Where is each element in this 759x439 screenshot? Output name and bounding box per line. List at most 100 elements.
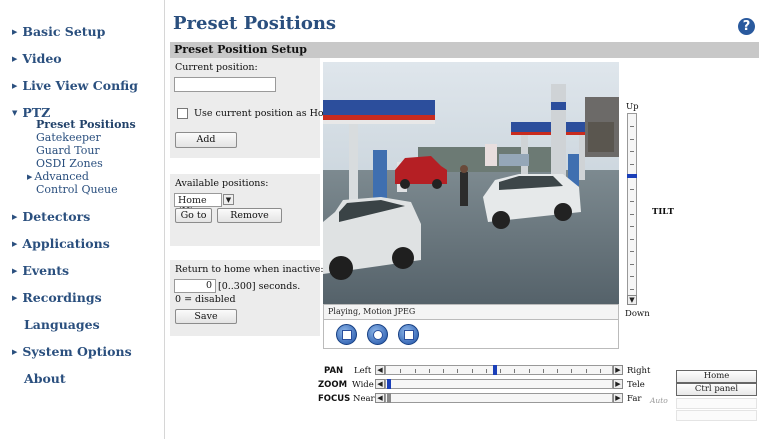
tilt-tick — [630, 201, 634, 202]
zoom-in-icon[interactable]: ▶ — [613, 379, 623, 389]
tilt-tick — [630, 288, 634, 290]
nav-applications[interactable]: ▶ Applications — [12, 236, 110, 251]
tilt-label: TILT — [652, 207, 674, 217]
live-video-feed[interactable] — [323, 62, 619, 304]
save-button[interactable]: Save — [175, 309, 237, 324]
nav-recordings[interactable]: ▶ Recordings — [12, 290, 102, 305]
nav-basic-setup[interactable]: ▶ Basic Setup — [12, 24, 105, 39]
tilt-tick — [630, 251, 634, 252]
focus-auto-label[interactable]: Auto — [650, 396, 668, 405]
zoom-label: ZOOM — [318, 380, 348, 390]
empty-button-slot — [676, 410, 757, 421]
pan-tick — [528, 369, 530, 373]
available-positions-label: Available positions: — [175, 178, 269, 189]
chevron-right-icon: ▶ — [12, 293, 18, 302]
pan-thumb[interactable] — [492, 365, 497, 375]
tilt-down-label: Down — [625, 309, 650, 319]
page-title: Preset Positions — [173, 13, 337, 34]
pan-tick — [443, 369, 444, 373]
return-home-range: [0..300] seconds. — [218, 281, 301, 292]
sub-item-guard-tour[interactable]: Guard Tour — [36, 145, 100, 157]
tilt-up-label: Up — [626, 102, 639, 112]
video-status: Playing, Motion JPEG — [323, 304, 619, 320]
tilt-tick — [630, 238, 634, 240]
sub-item-osdi-zones[interactable]: OSDI Zones — [36, 158, 103, 170]
remove-button[interactable]: Remove — [217, 208, 282, 223]
chevron-down-icon[interactable]: ▼ — [223, 194, 234, 205]
nav-system-options[interactable]: ▶ System Options — [12, 344, 132, 359]
focus-near-icon[interactable]: ◀ — [375, 393, 385, 403]
tilt-tick — [630, 138, 634, 140]
tilt-tick — [630, 276, 634, 277]
zoom-out-icon[interactable]: ◀ — [375, 379, 385, 389]
tilt-tick — [630, 213, 634, 215]
zoom-thumb[interactable] — [387, 379, 391, 389]
pan-right-label: Right — [627, 366, 651, 376]
fullscreen-icon[interactable] — [398, 324, 419, 345]
tilt-tick — [630, 263, 634, 265]
pan-tick — [571, 369, 573, 373]
help-icon[interactable]: ? — [738, 18, 755, 35]
return-home-seconds-input[interactable]: 0 — [174, 279, 216, 293]
chevron-right-icon: ▶ — [27, 173, 33, 181]
zoom-wide-label: Wide — [352, 380, 374, 390]
current-position-input[interactable] — [174, 77, 276, 92]
pan-tick — [542, 369, 544, 373]
pan-tick — [414, 369, 416, 373]
stop-icon[interactable] — [336, 324, 357, 345]
nav-detectors[interactable]: ▶ Detectors — [12, 209, 90, 224]
current-position-panel: Current position: Use current position a… — [170, 58, 338, 158]
return-home-label: Return to home when inactive: — [175, 264, 324, 275]
zoom-slider[interactable] — [385, 379, 613, 389]
pan-left-icon[interactable]: ◀ — [375, 365, 385, 375]
sub-item-control-queue[interactable]: Control Queue — [36, 184, 118, 196]
tilt-tick — [630, 226, 634, 227]
nav-events[interactable]: ▶ Events — [12, 263, 69, 278]
tilt-tick — [630, 126, 634, 127]
focus-near-label: Near — [353, 394, 375, 404]
tilt-thumb[interactable] — [627, 173, 637, 178]
snapshot-icon[interactable] — [367, 324, 388, 345]
tilt-tick — [630, 188, 634, 190]
sub-item-gatekeeper[interactable]: Gatekeeper — [36, 132, 101, 144]
use-home-checkbox[interactable] — [177, 108, 188, 119]
pan-tick — [457, 369, 459, 373]
chevron-right-icon: ▶ — [12, 54, 18, 63]
video-controls — [323, 320, 619, 349]
focus-far-label: Far — [627, 394, 642, 404]
nav-video[interactable]: ▶ Video — [12, 51, 62, 66]
home-button[interactable]: Home — [676, 370, 757, 383]
focus-slider[interactable] — [385, 393, 613, 403]
pan-tick — [400, 369, 402, 373]
sidebar: ▶ Basic Setup ▶ Video ▶ Live View Config ▼ P… — [0, 0, 165, 439]
goto-button[interactable]: Go to — [175, 208, 212, 223]
chevron-right-icon: ▶ — [12, 239, 18, 248]
return-home-hint: 0 = disabled — [175, 294, 236, 305]
pan-tick — [428, 369, 430, 373]
pan-tick — [485, 369, 487, 373]
sub-item-advanced[interactable]: ▶ Advanced — [27, 171, 89, 183]
chevron-right-icon: ▶ — [12, 81, 18, 90]
pan-tick — [557, 369, 558, 373]
section-title: Preset Position Setup — [170, 42, 759, 58]
chevron-right-icon: ▶ — [12, 266, 18, 275]
chevron-right-icon: ▶ — [12, 212, 18, 221]
pan-right-icon[interactable]: ▶ — [613, 365, 623, 375]
gas-station-scene — [323, 62, 619, 304]
sub-item-preset-positions[interactable]: Preset Positions — [36, 119, 136, 131]
position-select[interactable]: Home (H) — [174, 193, 222, 217]
chevron-down-icon: ▼ — [12, 108, 18, 117]
nav-live-view-config[interactable]: ▶ Live View Config — [12, 78, 138, 93]
tilt-down-icon[interactable]: ▼ — [627, 295, 637, 305]
tilt-tick — [630, 163, 634, 165]
pan-tick — [585, 369, 587, 373]
add-button[interactable]: Add — [175, 132, 237, 148]
nav-languages[interactable]: Languages — [24, 317, 100, 332]
ctrl-panel-button[interactable]: Ctrl panel — [676, 383, 757, 396]
focus-far-icon[interactable]: ▶ — [613, 393, 623, 403]
chevron-right-icon: ▶ — [12, 347, 18, 356]
tilt-slider[interactable] — [627, 113, 637, 303]
nav-about[interactable]: About — [24, 371, 66, 386]
focus-thumb[interactable] — [387, 393, 391, 403]
pan-slider[interactable] — [385, 365, 613, 375]
